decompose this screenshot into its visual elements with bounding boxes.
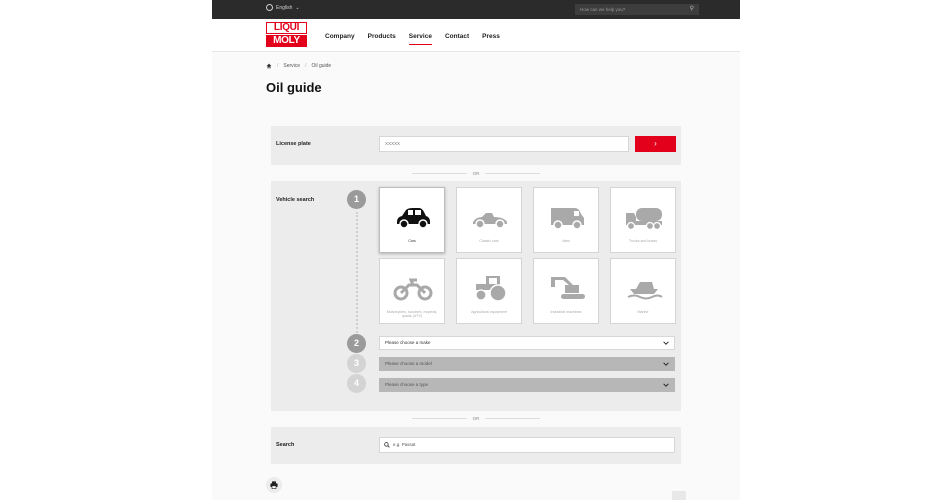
excavator-icon [551, 277, 585, 299]
type-select-value: Please choose a type [385, 382, 429, 387]
chevron-down-icon: ⌄ [295, 4, 300, 11]
category-label: Trucks and buses [628, 239, 658, 243]
nav-products[interactable]: Products [368, 33, 396, 40]
category-label: Industrial machines [550, 310, 582, 314]
vehicle-search-panel: Vehicle search 1 2 3 4 Cars Classic cars… [271, 181, 681, 411]
van-icon [551, 208, 584, 230]
step-connector [356, 212, 358, 333]
category-trucks-and-buses[interactable]: Trucks and buses [610, 187, 676, 253]
header: LIQUI MOLY Company Products Service Cont… [212, 19, 740, 52]
category-label: Cars [408, 239, 416, 243]
category-vans[interactable]: Vans [533, 187, 599, 253]
breadcrumb: / Service / Oil guide [266, 63, 331, 69]
category-motorcycles[interactable]: Motorcycles, scooters, mopeds, quads (UT… [379, 258, 445, 324]
classic-car-icon [473, 213, 507, 229]
license-plate-submit-button[interactable]: › [635, 136, 676, 152]
truck-icon [626, 208, 662, 231]
nav-service[interactable]: Service [408, 33, 433, 45]
or-divider: OR [212, 416, 740, 421]
license-plate-label: License plate [276, 141, 311, 147]
category-industrial-machines[interactable]: Industrial machines [533, 258, 599, 324]
make-select-value: Please choose a make [385, 340, 431, 345]
category-marine[interactable]: Marine [610, 258, 676, 324]
logo-line-1: LIQUI [266, 22, 307, 34]
language-selector[interactable]: English ⌄ [266, 4, 300, 11]
car-icon [397, 208, 430, 229]
search-icon[interactable]: ⚲ [690, 4, 694, 15]
vehicle-search-label: Vehicle search [276, 197, 315, 203]
page: English ⌄ How can we help you? ⚲ LIQUI M… [212, 0, 740, 500]
type-select[interactable]: Please choose a type [379, 378, 675, 392]
chevron-down-icon [663, 362, 669, 366]
step-2-badge: 2 [347, 334, 366, 353]
category-classic-cars[interactable]: Classic cars [456, 187, 522, 253]
site-search-placeholder: How can we help you? [580, 7, 626, 12]
make-select[interactable]: Please choose a make [379, 336, 675, 350]
category-label: Classic cars [479, 239, 499, 243]
breadcrumb-current: Oil guide [311, 63, 332, 69]
category-label: Motorcycles, scooters, mopeds, quads (UT… [386, 310, 438, 319]
top-bar: English ⌄ How can we help you? ⚲ [212, 0, 740, 19]
step-3-badge: 3 [347, 354, 366, 373]
globe-icon [266, 4, 273, 11]
license-plate-input[interactable]: XXXXX [379, 136, 629, 152]
motorcycle-icon [393, 278, 433, 301]
step-4-badge: 4 [347, 374, 366, 393]
category-label: Agricultural equipment [471, 310, 507, 314]
or-divider: OR [212, 171, 740, 176]
search-icon [384, 442, 390, 448]
chevron-down-icon [663, 341, 669, 345]
license-plate-panel: License plate XXXXX › [271, 126, 681, 165]
breadcrumb-separator: / [277, 63, 279, 69]
home-icon[interactable] [266, 63, 272, 69]
search-placeholder: e.g. Passat [393, 442, 416, 447]
liqui-moly-logo[interactable]: LIQUI MOLY [266, 22, 307, 48]
model-select[interactable]: Please choose a model [379, 357, 675, 371]
category-agricultural-equipment[interactable]: Agricultural equipment [456, 258, 522, 324]
search-label: Search [276, 442, 295, 448]
breadcrumb-separator: / [305, 63, 307, 69]
category-label: Vans [562, 239, 570, 243]
boat-icon [627, 282, 663, 300]
tractor-icon [475, 276, 507, 302]
nav-contact[interactable]: Contact [445, 33, 469, 40]
oil-guide-search-input[interactable]: e.g. Passat [379, 437, 675, 453]
model-select-value: Please choose a model [385, 361, 432, 366]
site-search-input[interactable]: How can we help you? ⚲ [575, 4, 699, 15]
printer-icon [270, 481, 278, 489]
step-1-badge: 1 [347, 190, 366, 209]
category-label: Marine [637, 310, 649, 314]
chevron-down-icon [663, 383, 669, 387]
category-cars[interactable]: Cars [379, 187, 445, 253]
page-title: Oil guide [266, 80, 322, 95]
search-panel: Search e.g. Passat [271, 427, 681, 464]
nav-company[interactable]: Company [325, 33, 355, 40]
breadcrumb-service[interactable]: Service [283, 63, 300, 69]
language-label: English [276, 4, 293, 11]
scroll-to-top-button[interactable] [672, 491, 686, 500]
main-nav: Company Products Service Contact Press [325, 33, 500, 45]
print-button[interactable] [266, 477, 282, 493]
logo-line-2: MOLY [266, 35, 307, 47]
nav-press[interactable]: Press [482, 33, 500, 40]
